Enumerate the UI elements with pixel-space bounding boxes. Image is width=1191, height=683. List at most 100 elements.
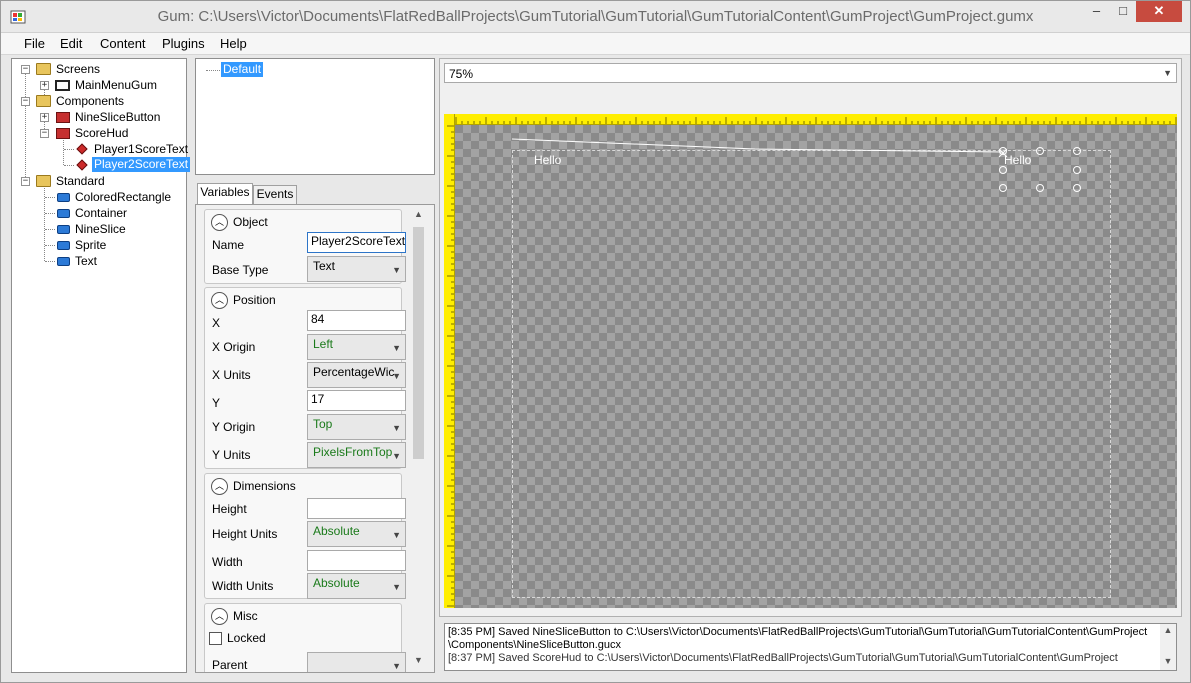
standard-element-icon (57, 257, 70, 266)
output-log[interactable]: [8:35 PM] Saved NineSliceButton to C:\Us… (444, 623, 1177, 671)
project-tree[interactable]: − Screens + MainMenuGum − Components + N… (11, 58, 191, 673)
position-group: ︿ Position X 84 X Origin Left ▼ X Units … (204, 287, 406, 469)
output-scrollbar[interactable]: ▲ ▼ (1160, 624, 1176, 670)
x-field[interactable]: 84 (307, 310, 406, 331)
close-button[interactable]: ✕ (1136, 1, 1182, 22)
scroll-up-icon[interactable]: ▲ (1160, 625, 1176, 635)
expand-icon[interactable]: + (40, 113, 49, 122)
resize-handle[interactable] (1036, 184, 1044, 192)
height-units-dropdown[interactable]: Absolute ▼ (307, 521, 406, 547)
y-units-dropdown[interactable]: PixelsFromTop ▼ (307, 442, 406, 468)
y-units-label: Y Units (212, 448, 251, 462)
tree-line (64, 149, 74, 150)
resize-handle[interactable] (1073, 166, 1081, 174)
x-units-value: PercentageWic (313, 365, 395, 379)
collapse-icon[interactable]: ︿ (211, 214, 228, 231)
tree-node-player2-score-text[interactable]: Player2ScoreText (16, 157, 191, 173)
height-field[interactable] (307, 498, 406, 519)
scroll-thumb[interactable] (413, 227, 424, 459)
collapse-icon[interactable]: − (21, 97, 30, 106)
property-tabs: Variables Events (195, 183, 435, 205)
tree-line (45, 261, 55, 262)
menu-file[interactable]: File (24, 36, 45, 51)
resize-handle[interactable] (999, 184, 1007, 192)
screen-icon (55, 80, 70, 91)
width-units-dropdown[interactable]: Absolute ▼ (307, 573, 406, 599)
log-line: \Components\NineSliceButton.gucx (448, 639, 622, 651)
standard-element-icon (57, 209, 70, 218)
resize-handle[interactable] (999, 147, 1007, 155)
x-origin-dropdown[interactable]: Left ▼ (307, 334, 406, 360)
collapse-icon[interactable]: ︿ (211, 292, 228, 309)
collapse-icon[interactable]: ︿ (211, 478, 228, 495)
locked-label: Locked (227, 631, 266, 645)
log-line: [8:37 PM] Saved ScoreHud to C:\Users\Vic… (448, 652, 1118, 664)
scroll-down-icon[interactable]: ▼ (410, 655, 427, 665)
tree-label: ColoredRectangle (75, 190, 172, 204)
collapse-icon[interactable]: − (21, 65, 30, 74)
tree-node-score-hud[interactable]: − ScoreHud (16, 125, 176, 141)
resize-handle[interactable] (999, 166, 1007, 174)
width-field[interactable] (307, 550, 406, 571)
tree-node-screens[interactable]: − Screens (16, 61, 166, 77)
tree-node-container[interactable]: Container (16, 205, 186, 221)
tab-variables[interactable]: Variables (197, 183, 253, 205)
tree-label: ScoreHud (75, 126, 129, 140)
menu-help[interactable]: Help (220, 36, 247, 51)
resize-handle[interactable] (1073, 147, 1081, 155)
group-title: Dimensions (233, 479, 296, 493)
player2-score-text[interactable]: Hello (1004, 153, 1031, 167)
chevron-down-icon: ▼ (392, 661, 401, 671)
base-type-label: Base Type (212, 263, 269, 277)
tree-label: MainMenuGum (75, 78, 158, 92)
tab-events[interactable]: Events (253, 185, 297, 204)
states-panel[interactable]: Default (195, 58, 435, 175)
menu-edit[interactable]: Edit (60, 36, 82, 51)
player1-score-text[interactable]: Hello (534, 153, 561, 167)
expand-icon[interactable]: + (40, 81, 49, 90)
tree-node-nine-slice-button[interactable]: + NineSliceButton (16, 109, 176, 125)
height-units-value: Absolute (313, 524, 360, 538)
chevron-down-icon: ▼ (392, 371, 401, 381)
scroll-down-icon[interactable]: ▼ (1160, 656, 1176, 666)
y-origin-dropdown[interactable]: Top ▼ (307, 414, 406, 440)
menu-content[interactable]: Content (100, 36, 146, 51)
collapse-icon[interactable]: ︿ (211, 608, 228, 625)
collapse-icon[interactable]: − (40, 129, 49, 138)
x-units-dropdown[interactable]: PercentageWic ▼ (307, 362, 406, 388)
minimize-button[interactable]: – (1083, 1, 1110, 22)
parent-label: Parent (212, 658, 248, 672)
scroll-up-icon[interactable]: ▲ (410, 209, 427, 219)
resize-handle[interactable] (1073, 184, 1081, 192)
x-origin-value: Left (313, 337, 334, 351)
resize-handle[interactable] (1036, 147, 1044, 155)
tree-label: Container (75, 206, 128, 220)
properties-scrollbar[interactable]: ▲ ▼ (410, 207, 427, 672)
collapse-icon[interactable]: − (21, 177, 30, 186)
log-line: [8:35 PM] Saved NineSliceButton to C:\Us… (448, 626, 1148, 638)
state-default[interactable]: Default (221, 62, 264, 77)
base-type-dropdown[interactable]: Text ▼ (307, 256, 406, 282)
tree-node-nine-slice[interactable]: NineSlice (16, 221, 186, 237)
locked-checkbox[interactable] (209, 632, 222, 645)
standard-element-icon (57, 241, 70, 250)
tree-node-sprite[interactable]: Sprite (16, 237, 186, 253)
canvas-background[interactable]: Hello Hello (455, 125, 1177, 608)
parent-dropdown[interactable]: ▼ (307, 652, 406, 672)
tree-node-colored-rectangle[interactable]: ColoredRectangle (16, 189, 186, 205)
name-field[interactable]: Player2ScoreText (307, 232, 406, 253)
tree-node-player1-score-text[interactable]: Player1ScoreText (16, 141, 189, 157)
chevron-down-icon: ▼ (392, 423, 401, 433)
tree-label: Player1ScoreText (94, 142, 189, 156)
tree-node-components[interactable]: − Components (16, 93, 166, 109)
tree-node-main-menu-gum[interactable]: + MainMenuGum (16, 77, 176, 93)
menu-plugins[interactable]: Plugins (162, 36, 205, 51)
x-label: X (212, 316, 221, 330)
wireframe-canvas[interactable]: Hello Hello (444, 114, 1177, 608)
zoom-dropdown[interactable]: 75% ▼ (444, 63, 1177, 83)
tree-node-standard[interactable]: − Standard (16, 173, 166, 189)
tree-node-text[interactable]: Text (16, 253, 186, 269)
maximize-button[interactable]: □ (1110, 1, 1136, 22)
y-field[interactable]: 17 (307, 390, 406, 411)
misc-group: ︿ Misc Locked Parent ▼ (204, 603, 406, 672)
